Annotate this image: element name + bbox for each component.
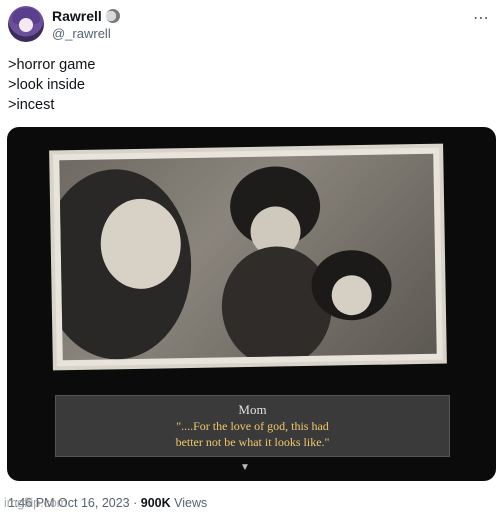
moon-icon: [105, 9, 120, 23]
media-image[interactable]: Mom "....For the love of god, this had b…: [7, 127, 496, 481]
more-options-icon[interactable]: ⋯: [473, 8, 490, 28]
tweet-date[interactable]: Oct 16, 2023: [58, 496, 130, 510]
tweet-line: >look inside: [8, 77, 85, 93]
tweet-line: >incest: [8, 97, 55, 113]
tweet-line: >horror game: [8, 57, 96, 73]
meta-separator: ·: [133, 496, 138, 510]
views-label: Views: [174, 496, 208, 510]
chevron-down-icon: ▼: [240, 462, 250, 473]
dialog-speaker: Mom: [238, 402, 267, 417]
author-handle[interactable]: @_rawrell: [52, 26, 111, 41]
comic-panel: [53, 147, 443, 367]
dialog-box: Mom "....For the love of god, this had b…: [55, 395, 450, 457]
avatar[interactable]: [8, 6, 44, 42]
tweet-text: >horror game >look inside >incest: [8, 55, 95, 115]
views-count: 900K: [140, 496, 171, 510]
dialog-line: better not be what it looks like.": [175, 435, 330, 449]
panel-illustration: [59, 153, 437, 361]
avatar-face: [19, 18, 33, 32]
watermark: imgflip.com: [4, 496, 68, 510]
display-name[interactable]: Rawrell: [52, 8, 102, 24]
dialog-line: "....For the love of god, this had: [176, 419, 329, 433]
author-name-row[interactable]: Rawrell: [52, 8, 120, 24]
